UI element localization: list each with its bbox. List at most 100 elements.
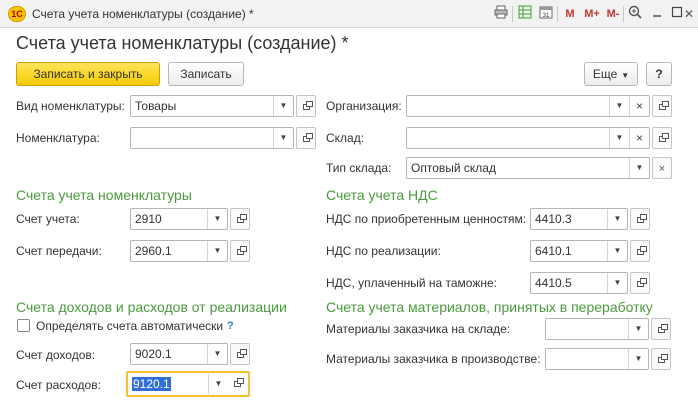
calendar-icon[interactable]: 31 (537, 5, 555, 23)
toolbar-divider (623, 6, 624, 22)
spreadsheet-icon[interactable] (516, 5, 534, 23)
open-warehouse-button[interactable] (652, 127, 672, 149)
window-title: Счета учета номенклатуры (создание) * (32, 7, 254, 21)
warehouse-type-field[interactable]: Оптовый склад ▼ (406, 157, 650, 179)
income-account-field[interactable]: 9020.1 ▼ (130, 343, 228, 365)
materials-warehouse-label: Материалы заказчика на складе: (326, 322, 511, 336)
save-button[interactable]: Записать (168, 62, 244, 86)
open-account-button[interactable] (230, 208, 250, 230)
materials-warehouse-field[interactable]: ▼ (545, 318, 649, 340)
memory-mminus-icon[interactable]: M- (603, 5, 623, 23)
transfer-account-value: 2960.1 (135, 244, 172, 258)
dropdown-icon[interactable]: ▼ (609, 128, 629, 148)
open-organization-button[interactable] (652, 95, 672, 117)
auto-accounts-checkbox[interactable] (17, 319, 30, 332)
section-title-nomenclature: Счета учета номенклатуры (16, 187, 192, 203)
vid-nomenclature-label: Вид номенклатуры: (16, 99, 125, 113)
more-button-label: Еще (592, 67, 618, 81)
dropdown-icon[interactable]: ▼ (607, 241, 627, 261)
more-button[interactable]: Еще ▼ (584, 62, 638, 86)
open-nomenclature-button[interactable] (296, 127, 316, 149)
dropdown-icon[interactable]: ▼ (207, 241, 227, 261)
clear-icon[interactable]: × (652, 157, 672, 179)
open-icon (661, 324, 668, 330)
auto-accounts-label[interactable]: Определять счета автоматически (36, 319, 223, 333)
open-icon (306, 133, 313, 139)
dropdown-icon[interactable]: ▼ (208, 374, 228, 394)
account-label: Счет учета: (16, 212, 80, 226)
open-icon (240, 214, 247, 220)
open-vat-purchased-button[interactable] (630, 208, 650, 230)
warehouse-field[interactable]: ▼ × (406, 127, 650, 149)
vat-purchased-field[interactable]: 4410.3 ▼ (530, 208, 628, 230)
open-materials-production-button[interactable] (651, 348, 671, 370)
toolbar-divider (512, 6, 513, 22)
open-expense-account-button[interactable] (228, 374, 248, 394)
nomenclature-field[interactable]: ▼ (130, 127, 294, 149)
expense-account-field[interactable]: 9120.1 ▼ (126, 371, 250, 397)
dropdown-icon[interactable]: ▼ (629, 158, 649, 178)
page-title: Счета учета номенклатуры (создание) * (16, 33, 349, 53)
organization-label: Организация: (326, 99, 402, 113)
expense-account-label: Счет расходов: (16, 378, 101, 392)
print-icon[interactable] (492, 5, 510, 23)
help-button[interactable]: ? (646, 62, 672, 86)
memory-mplus-icon[interactable]: M+ (581, 5, 603, 23)
dropdown-icon[interactable]: ▼ (609, 96, 629, 116)
dropdown-icon[interactable]: ▼ (607, 209, 627, 229)
transfer-account-label: Счет передачи: (16, 244, 102, 258)
dropdown-icon[interactable]: ▼ (273, 128, 293, 148)
account-value: 2910 (135, 212, 162, 226)
open-icon (662, 101, 669, 107)
open-vid-nomenclature-button[interactable] (296, 95, 316, 117)
vid-nomenclature-field[interactable]: Товары ▼ (130, 95, 294, 117)
open-icon (240, 246, 247, 252)
open-icon (237, 378, 244, 384)
toolbar-divider (557, 6, 558, 22)
zoom-icon[interactable] (626, 5, 644, 23)
dropdown-icon[interactable]: ▼ (273, 96, 293, 116)
open-materials-warehouse-button[interactable] (651, 318, 671, 340)
vat-customs-label: НДС, уплаченный на таможне: (326, 276, 497, 290)
vat-sales-field[interactable]: 6410.1 ▼ (530, 240, 628, 262)
minimize-icon[interactable] (648, 5, 666, 23)
open-vat-sales-button[interactable] (630, 240, 650, 262)
open-icon (640, 278, 647, 284)
chevron-down-icon: ▼ (621, 71, 630, 80)
open-vat-customs-button[interactable] (630, 272, 650, 294)
open-transfer-account-button[interactable] (230, 240, 250, 262)
open-income-account-button[interactable] (230, 343, 250, 365)
dropdown-icon[interactable]: ▼ (207, 344, 227, 364)
open-icon (662, 133, 669, 139)
income-account-label: Счет доходов: (16, 348, 96, 362)
open-icon (240, 349, 247, 355)
dropdown-icon[interactable]: ▼ (607, 273, 627, 293)
expense-account-selected-text: 9120.1 (132, 377, 171, 391)
open-icon (306, 101, 313, 107)
vat-purchased-value: 4410.3 (535, 212, 572, 226)
clear-icon[interactable]: × (629, 96, 649, 116)
organization-field[interactable]: ▼ × (406, 95, 650, 117)
window-title-bar: 1С Счета учета номенклатуры (создание) *… (0, 0, 698, 28)
save-and-close-button[interactable]: Записать и закрыть (16, 62, 160, 86)
income-account-value: 9020.1 (135, 347, 172, 361)
transfer-account-field[interactable]: 2960.1 ▼ (130, 240, 228, 262)
help-icon[interactable]: ? (227, 320, 234, 332)
nomenclature-label: Номенклатура: (16, 131, 100, 145)
memory-m-icon[interactable]: M (561, 5, 579, 23)
warehouse-type-value: Оптовый склад (411, 161, 496, 175)
open-icon (640, 246, 647, 252)
expense-account-value: 9120.1 (132, 377, 171, 391)
dropdown-icon[interactable]: ▼ (628, 349, 648, 369)
account-field[interactable]: 2910 ▼ (130, 208, 228, 230)
close-icon[interactable]: ✕ (682, 5, 696, 23)
dropdown-icon[interactable]: ▼ (628, 319, 648, 339)
app-logo-icon: 1С (8, 6, 26, 22)
clear-icon[interactable]: × (629, 128, 649, 148)
materials-production-field[interactable]: ▼ (545, 348, 649, 370)
dropdown-icon[interactable]: ▼ (207, 209, 227, 229)
open-icon (640, 214, 647, 220)
vat-customs-field[interactable]: 4410.5 ▼ (530, 272, 628, 294)
vid-nomenclature-value: Товары (135, 99, 177, 113)
section-title-vat: Счета учета НДС (326, 187, 438, 203)
